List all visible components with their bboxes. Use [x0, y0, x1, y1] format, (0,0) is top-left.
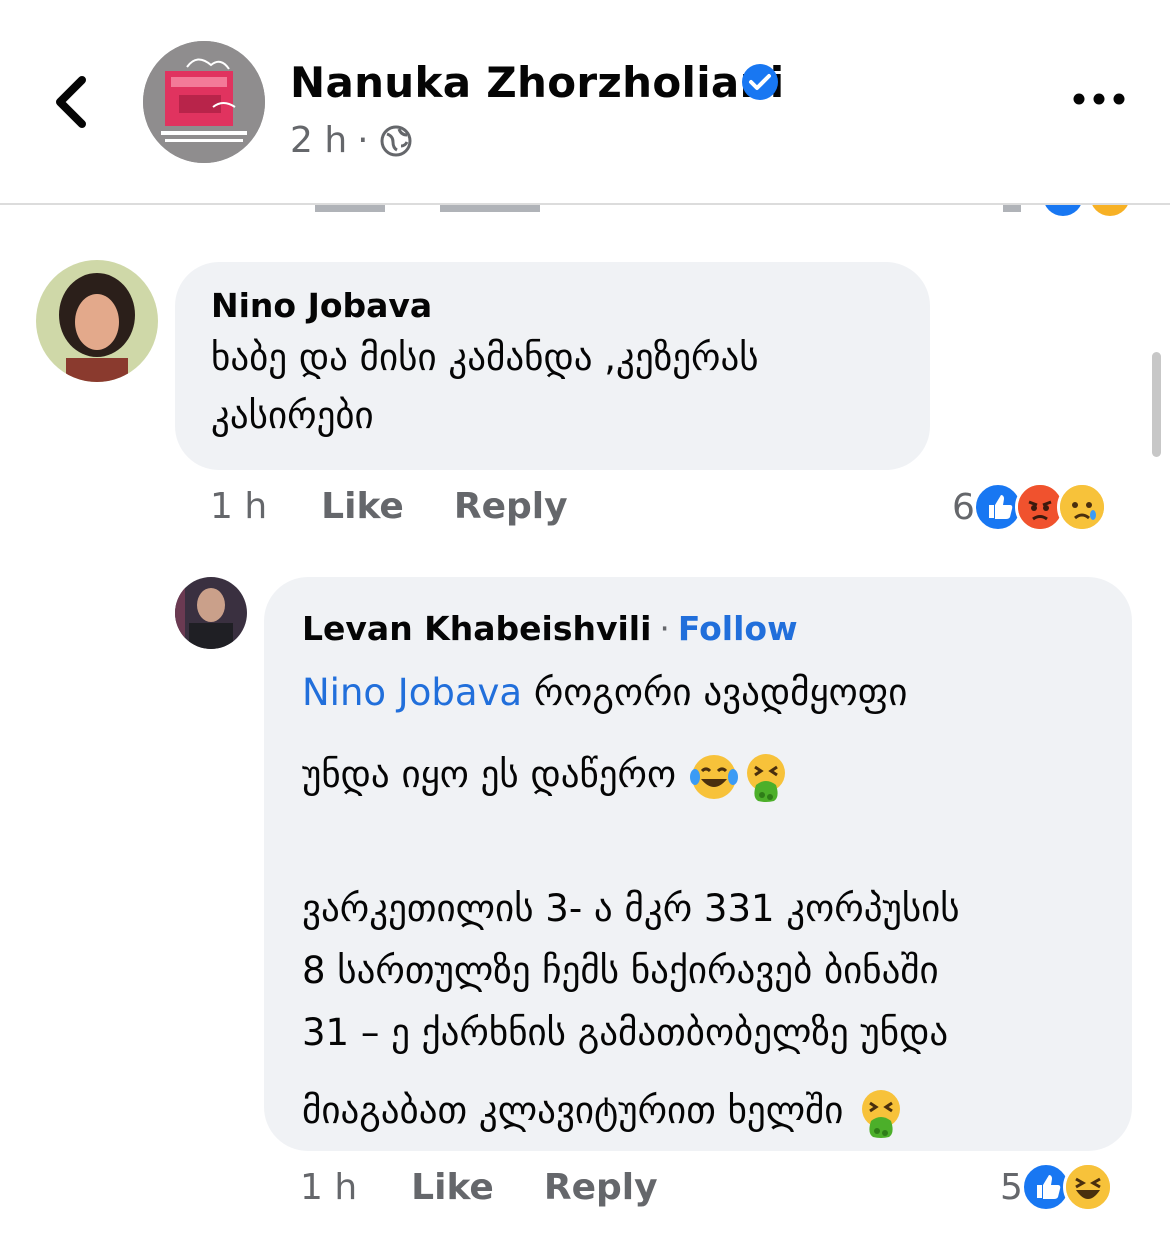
mention-link[interactable]: Nino Jobava	[302, 671, 522, 714]
globe-icon	[380, 125, 412, 156]
vomiting-face-emoji-icon	[862, 1089, 901, 1138]
reply-text-line: 8 სართულზე ჩემს ნაქირავებ ბინაში	[302, 949, 939, 992]
reply-text-line: 31 – ე ქარხნის გამათბობელზე უნდა	[302, 1011, 949, 1054]
reply-text-line: Nino Jobava როგორი ავადმყოფი	[302, 662, 1094, 724]
reply-text-line: ვარკეთილის 3- ა მკრ 331 კორპუსის	[302, 887, 960, 930]
reply-author[interactable]: Levan Khabeishvili	[302, 609, 651, 648]
comment-text-line: კასირები	[211, 394, 374, 437]
reply-time[interactable]: 1 h	[300, 1167, 357, 1208]
reply-bubble: Levan Khabeishvili · Follow Nino Jobava რო…	[264, 577, 1132, 1151]
back-arrow-icon[interactable]	[44, 70, 104, 134]
reaction-count: 5	[1000, 1166, 1023, 1208]
scrollbar[interactable]	[1152, 352, 1161, 457]
vomiting-face-emoji-icon	[746, 753, 785, 802]
post-header: Nanuka Zhorzholiani 2 h ·	[0, 0, 1170, 205]
reply-actions: 1 h Like Reply	[300, 1167, 658, 1208]
reply-button[interactable]: Reply	[454, 486, 568, 527]
follow-separator: ·	[659, 609, 670, 648]
page-name[interactable]: Nanuka Zhorzholiani	[290, 58, 784, 107]
post-meta: 2 h ·	[290, 120, 413, 161]
follow-button[interactable]: Follow	[678, 609, 798, 648]
like-button[interactable]: Like	[321, 486, 404, 527]
comment-text-line: ხაბე და მისი კამანდა ,კეზერას	[211, 336, 759, 379]
comment-author[interactable]: Nino Jobava	[211, 286, 894, 325]
reply-text-line: უნდა იყო ეს დაწერო	[302, 744, 1094, 806]
reply-text-segment: მიაგაბათ კლავიტურით ხელში	[302, 1089, 844, 1132]
like-button[interactable]: Like	[411, 1167, 494, 1208]
comment-bubble: Nino Jobava ხაბე და მისი კამანდა ,კეზერა…	[175, 262, 930, 470]
post-time[interactable]: 2 h	[290, 120, 347, 161]
reply-author-avatar[interactable]	[175, 577, 247, 649]
reaction-summary[interactable]: 5	[1000, 1162, 1113, 1212]
haha-icon	[1062, 1162, 1113, 1212]
comment-time[interactable]: 1 h	[210, 486, 267, 527]
page-avatar[interactable]	[143, 41, 265, 163]
reply-author-row: Levan Khabeishvili · Follow	[302, 609, 1094, 648]
verified-badge-icon	[742, 64, 778, 100]
reaction-count: 6	[952, 486, 975, 528]
reaction-summary[interactable]: 6	[952, 482, 1107, 532]
reply-text-segment: როგორი ავადმყოფი	[522, 671, 908, 714]
laughing-tears-emoji-icon	[689, 754, 738, 799]
reply-text-segment: უნდა იყო ეს დაწერო	[302, 753, 677, 796]
meta-separator: ·	[357, 120, 369, 161]
comment-actions: 1 h Like Reply	[210, 486, 568, 527]
more-options-icon[interactable]	[1070, 88, 1128, 110]
reply-text-line: მიაგაბათ კლავიტურით ხელში	[302, 1080, 1094, 1142]
commenter-avatar[interactable]	[36, 260, 158, 382]
page-logo-icon	[143, 41, 265, 163]
sad-icon	[1056, 482, 1107, 532]
reply-button[interactable]: Reply	[544, 1167, 658, 1208]
